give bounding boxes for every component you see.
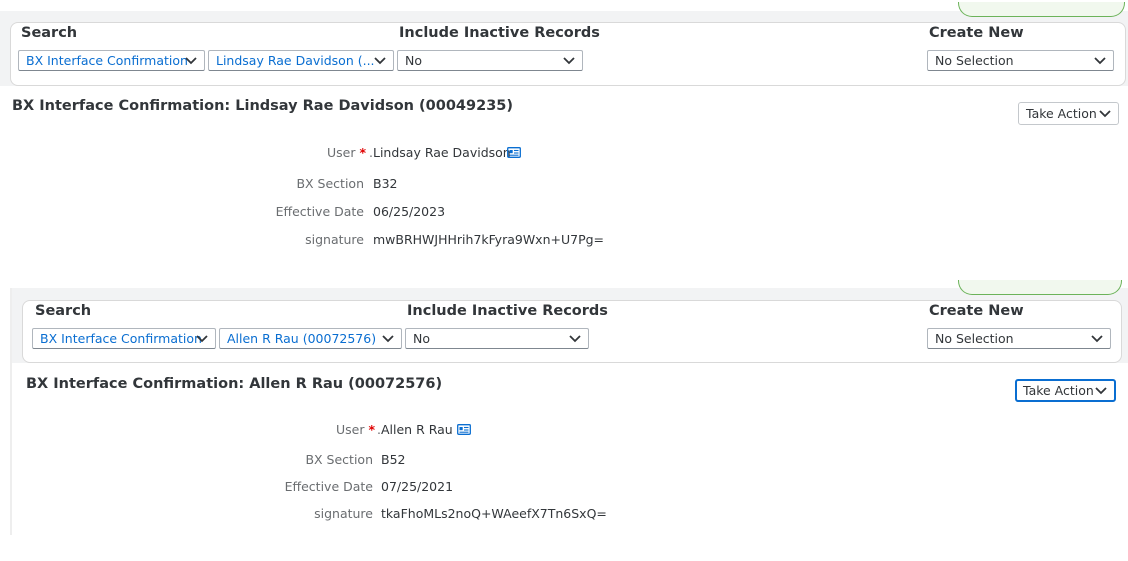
contact-card-icon[interactable] — [457, 424, 471, 435]
user-select[interactable]: Lindsay Rae Davidson (... — [208, 50, 394, 71]
chevron-down-icon — [185, 57, 197, 65]
signature-label: signature — [305, 232, 364, 247]
required-marker: * — [359, 145, 366, 160]
chevron-down-icon — [1095, 387, 1107, 395]
take-action-button[interactable]: Take Action — [1018, 102, 1119, 125]
user-field-value: .Lindsay Rae Davidson — [369, 145, 511, 160]
chevron-down-icon — [563, 57, 575, 65]
create-new-select-value: No Selection — [935, 53, 1014, 68]
user-field-label: User * — [335, 422, 375, 437]
signature-label: signature — [314, 506, 373, 521]
user-field-label: User * — [326, 145, 366, 160]
search-header: Search — [35, 303, 92, 319]
contact-card-icon[interactable] — [507, 147, 521, 158]
create-new-header: Create New — [929, 25, 1024, 41]
create-new-select[interactable]: No Selection — [927, 328, 1111, 349]
user-select-value: Allen R Rau (00072576) — [227, 331, 377, 346]
include-inactive-select-value: No — [413, 331, 430, 346]
chevron-down-icon — [569, 335, 581, 343]
user-select[interactable]: Allen R Rau (00072576) — [219, 328, 402, 349]
search-header: Search — [21, 25, 78, 41]
include-inactive-select[interactable]: No — [397, 50, 583, 71]
record-title: BX Interface Confirmation: Allen R Rau (… — [26, 376, 443, 392]
required-marker: * — [368, 422, 375, 437]
partial-green-button[interactable] — [958, 2, 1125, 17]
record-type-select[interactable]: BX Interface Confirmation — [32, 328, 216, 349]
take-action-label: Take Action — [1023, 383, 1094, 398]
create-new-header: Create New — [929, 303, 1024, 319]
chevron-down-icon — [382, 335, 394, 343]
chevron-down-icon — [1094, 57, 1106, 65]
user-name: Lindsay Rae Davidson — [372, 145, 511, 160]
create-new-select-value: No Selection — [935, 331, 1014, 346]
include-inactive-header: Include Inactive Records — [407, 303, 608, 319]
bx-section-label: BX Section — [296, 176, 364, 191]
include-inactive-select[interactable]: No — [405, 328, 589, 349]
chevron-down-icon — [374, 57, 386, 65]
user-name: Allen R Rau — [380, 422, 453, 437]
effective-date-value: 06/25/2023 — [373, 204, 446, 219]
user-field-value: .Allen R Rau — [377, 422, 453, 437]
signature-value: mwBRHWJHHrih7kFyra9Wxn+U7Pg= — [373, 232, 605, 247]
record-title: BX Interface Confirmation: Lindsay Rae D… — [12, 98, 514, 114]
take-action-label: Take Action — [1026, 106, 1097, 121]
record-type-select-value: BX Interface Confirmation — [40, 331, 202, 346]
panel-edge — [10, 288, 12, 535]
chevron-down-icon — [1091, 335, 1103, 343]
chevron-down-icon — [1099, 110, 1111, 118]
effective-date-value: 07/25/2021 — [381, 479, 454, 494]
signature-value: tkaFhoMLs2noQ+WAeefX7Tn6SxQ= — [381, 506, 607, 521]
chevron-down-icon — [196, 335, 208, 343]
include-inactive-header: Include Inactive Records — [399, 25, 600, 41]
include-inactive-select-value: No — [405, 53, 422, 68]
effective-date-label: Effective Date — [284, 479, 373, 494]
record-type-select[interactable]: BX Interface Confirmation — [18, 50, 205, 71]
record-type-select-value: BX Interface Confirmation — [26, 53, 188, 68]
bx-section-value: B32 — [373, 176, 398, 191]
create-new-select[interactable]: No Selection — [927, 50, 1114, 71]
effective-date-label: Effective Date — [275, 204, 364, 219]
user-select-value: Lindsay Rae Davidson (... — [216, 53, 375, 68]
partial-green-button[interactable] — [958, 280, 1122, 295]
bx-section-label: BX Section — [305, 452, 373, 467]
take-action-button[interactable]: Take Action — [1015, 379, 1116, 402]
bx-section-value: B52 — [381, 452, 406, 467]
